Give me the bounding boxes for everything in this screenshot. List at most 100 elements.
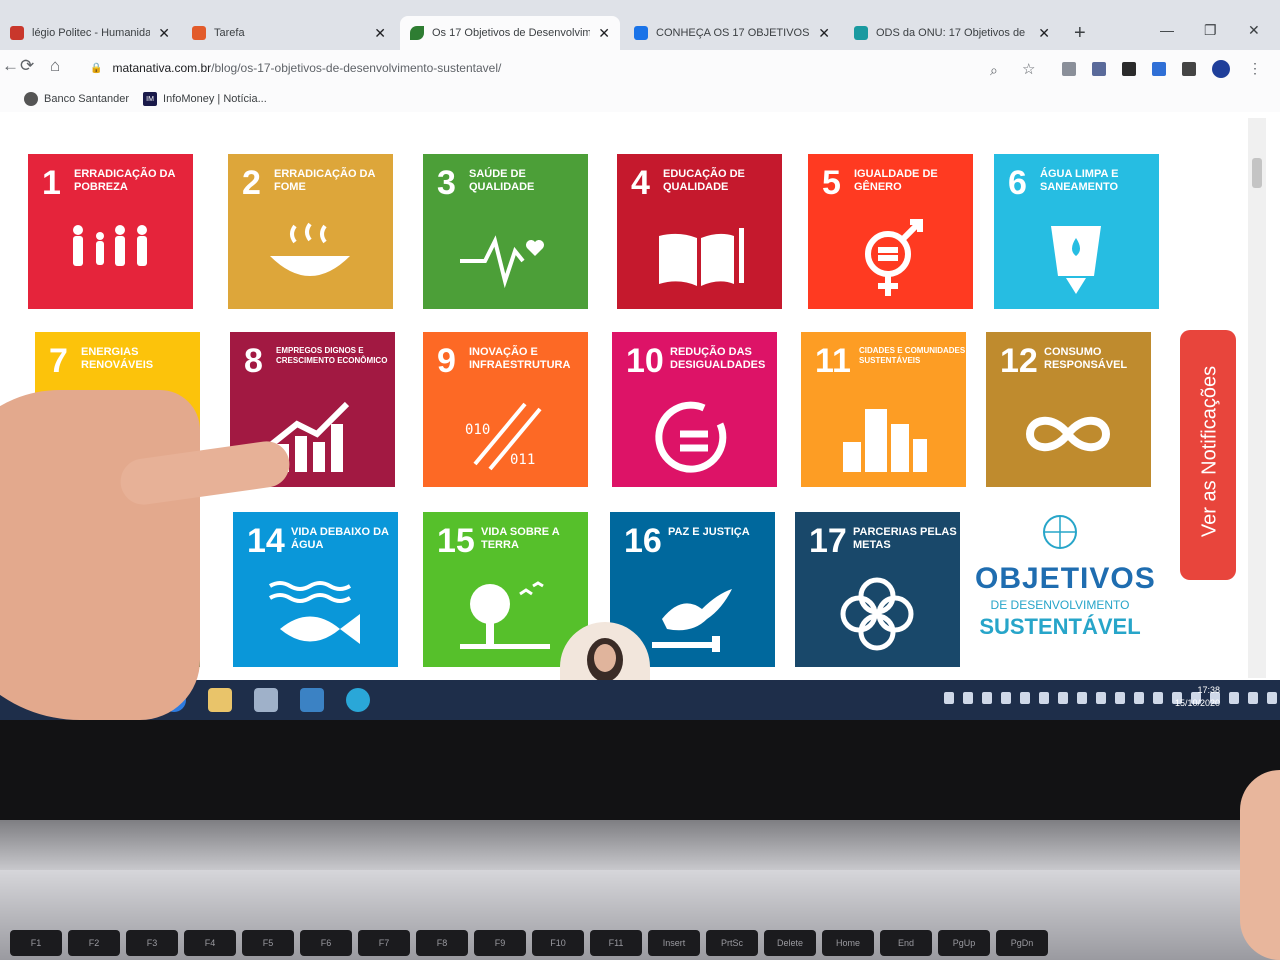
puzzle-extension-icon[interactable] bbox=[1182, 62, 1196, 76]
sdg-number: 15 bbox=[437, 522, 475, 560]
store-taskbar-icon[interactable] bbox=[300, 688, 324, 712]
minimize-icon[interactable]: — bbox=[1160, 22, 1174, 38]
sdg-number: 12 bbox=[1000, 342, 1038, 380]
key-end[interactable]: End bbox=[880, 930, 932, 956]
tab-title: Tarefa bbox=[214, 27, 245, 39]
star-icon[interactable]: ☆ bbox=[1022, 60, 1035, 78]
key-f4[interactable]: F4 bbox=[184, 930, 236, 956]
logo-line3: SUSTENTÁVEL bbox=[979, 614, 1141, 639]
sdg-tile-15[interactable]: 15 Vida sobre a terra bbox=[423, 512, 588, 667]
new-tab-button[interactable]: + bbox=[1074, 22, 1086, 45]
close-window-icon[interactable]: ✕ bbox=[1248, 22, 1260, 39]
close-tab-icon[interactable]: ✕ bbox=[374, 25, 386, 42]
bookmark-infomoney[interactable]: IM InfoMoney | Notícia... bbox=[143, 92, 267, 106]
key-f9[interactable]: F9 bbox=[474, 930, 526, 956]
tab-conheca[interactable]: CONHEÇA OS 17 OBJETIVOS ✕ bbox=[624, 16, 840, 50]
sdg-tile-11[interactable]: 11 Cidades e comunidades sustentáveis bbox=[801, 332, 966, 487]
laptop-bezel bbox=[0, 720, 1280, 820]
sdg-number: 10 bbox=[626, 342, 664, 380]
sdg-tile-17[interactable]: 17 Parcerias pelas metas bbox=[795, 512, 960, 667]
home-icon[interactable]: ⌂ bbox=[50, 56, 60, 76]
sdg-tile-6[interactable]: 6 Água limpa e saneamento bbox=[994, 154, 1159, 309]
profile-avatar-icon[interactable] bbox=[1212, 60, 1230, 78]
app-taskbar-icon[interactable] bbox=[254, 688, 278, 712]
sdg-number: 2 bbox=[242, 164, 261, 202]
key-insert[interactable]: Insert bbox=[648, 930, 700, 956]
system-tray[interactable] bbox=[944, 692, 1280, 704]
sdg-logo: OBJETIVOS DE DESENVOLVIMENTO SUSTENTÁVEL bbox=[975, 512, 1155, 662]
scrollbar-thumb[interactable] bbox=[1252, 158, 1262, 188]
sdg-number: 11 bbox=[815, 342, 851, 380]
sdg-tile-4[interactable]: 4 Educação de qualidade bbox=[617, 154, 782, 309]
sdg-tile-9[interactable]: 9 Inovação e infraestrutura 010 011 bbox=[423, 332, 588, 487]
sdg-label: Erradicação da fome bbox=[274, 168, 376, 193]
close-tab-icon[interactable]: ✕ bbox=[818, 25, 830, 42]
sdg-label: Parcerias pelas metas bbox=[853, 526, 957, 551]
tarefa-favicon-icon bbox=[192, 26, 206, 40]
signal-extension-icon[interactable] bbox=[1062, 62, 1076, 76]
translate-extension-icon[interactable] bbox=[1152, 62, 1166, 76]
key-f2[interactable]: F2 bbox=[68, 930, 120, 956]
key-f3[interactable]: F3 bbox=[126, 930, 178, 956]
reload-icon[interactable]: ⟳ bbox=[20, 56, 34, 76]
close-tab-icon[interactable]: ✕ bbox=[598, 25, 610, 42]
svg-text:010: 010 bbox=[465, 422, 490, 438]
address-bar[interactable]: 🔒 matanativa.com.br/blog/os-17-objetivos… bbox=[90, 55, 990, 81]
ods-favicon-icon bbox=[854, 26, 868, 40]
tab-active-os17[interactable]: Os 17 Objetivos de Desenvolvimento ✕ bbox=[400, 16, 620, 50]
sdg-tile-5[interactable]: 5 Igualdade de gênero bbox=[808, 154, 973, 309]
sdg-tile-2[interactable]: 2 Erradicação da fome bbox=[228, 154, 393, 309]
laptop-hinge bbox=[0, 820, 1280, 870]
pdf-extension-icon[interactable] bbox=[1122, 62, 1136, 76]
key-f8[interactable]: F8 bbox=[416, 930, 468, 956]
key-f7[interactable]: F7 bbox=[358, 930, 410, 956]
tab-tarefa[interactable]: Tarefa ✕ bbox=[182, 16, 396, 50]
sdg-tile-1[interactable]: 1 Erradicação da pobreza bbox=[28, 154, 193, 309]
key-home[interactable]: Home bbox=[822, 930, 874, 956]
dove-icon bbox=[652, 589, 732, 652]
sdg-tile-14[interactable]: 14 Vida debaixo da água bbox=[233, 512, 398, 667]
key-f10[interactable]: F10 bbox=[532, 930, 584, 956]
tab-ods-onu[interactable]: ODS da ONU: 17 Objetivos de ✕ bbox=[844, 16, 1060, 50]
close-tab-icon[interactable]: ✕ bbox=[1038, 25, 1050, 42]
zoom-icon[interactable]: ⌕ bbox=[990, 62, 998, 79]
key-f1[interactable]: F1 bbox=[10, 930, 62, 956]
edge-taskbar-icon[interactable] bbox=[346, 688, 370, 712]
bookmarks-bar: Banco Santander IM InfoMoney | Notícia..… bbox=[0, 88, 1280, 110]
restore-icon[interactable]: ❐ bbox=[1204, 22, 1217, 39]
tab-title: Os 17 Objetivos de Desenvolvimento bbox=[432, 27, 591, 39]
menu-icon[interactable]: ⋮ bbox=[1248, 60, 1262, 77]
politec-favicon-icon bbox=[10, 26, 24, 40]
sdg-label: Consumo responsável bbox=[1044, 346, 1128, 371]
back-icon[interactable]: ← bbox=[2, 56, 19, 76]
close-tab-icon[interactable]: ✕ bbox=[158, 25, 170, 42]
key-f5[interactable]: F5 bbox=[242, 930, 294, 956]
sdg-tile-3[interactable]: 3 Saúde de qualidade bbox=[423, 154, 588, 309]
notifications-label: Ver as Notificações bbox=[1198, 365, 1221, 538]
sdg-tile-10[interactable]: 10 Redução das desigualdades bbox=[612, 332, 777, 487]
key-pgup[interactable]: PgUp bbox=[938, 930, 990, 956]
key-f6[interactable]: F6 bbox=[300, 930, 352, 956]
tab-title: CONHEÇA OS 17 OBJETIVOS bbox=[656, 27, 810, 39]
sdg-number: 17 bbox=[809, 522, 847, 560]
sdg-number: 3 bbox=[437, 164, 456, 202]
clock-date: 15/10/2020 bbox=[1174, 698, 1220, 708]
sdg-tile-12[interactable]: 12 Consumo responsável bbox=[986, 332, 1151, 487]
key-f11[interactable]: F11 bbox=[590, 930, 642, 956]
sdg-label: Inovação e infraestrutura bbox=[469, 346, 571, 371]
water-icon bbox=[1051, 226, 1101, 294]
tab-politec[interactable]: légio Politec - Humanidade ✕ bbox=[0, 16, 180, 50]
keyboard-function-row: F1 F2 F3 F4 F5 F6 F7 F8 F9 F10 F11 Insert PrtSc Delet… bbox=[0, 930, 1280, 960]
key-prtsc[interactable]: PrtSc bbox=[706, 930, 758, 956]
bookmark-label: Banco Santander bbox=[44, 93, 130, 105]
bookmark-santander[interactable]: Banco Santander bbox=[24, 92, 129, 106]
scrollbar[interactable] bbox=[1248, 118, 1266, 678]
key-pgdn[interactable]: PgDn bbox=[996, 930, 1048, 956]
key-delete[interactable]: Delete bbox=[764, 930, 816, 956]
folder-taskbar-icon[interactable] bbox=[208, 688, 232, 712]
flag-extension-icon[interactable] bbox=[1092, 62, 1106, 76]
sdg-label: Igualdade de gênero bbox=[854, 168, 938, 193]
notifications-button[interactable]: Ver as Notificações bbox=[1180, 330, 1236, 580]
taskbar-clock[interactable]: 17:38 15/10/2020 bbox=[1160, 684, 1220, 710]
sdg-label: Erradicação da pobreza bbox=[74, 168, 176, 193]
